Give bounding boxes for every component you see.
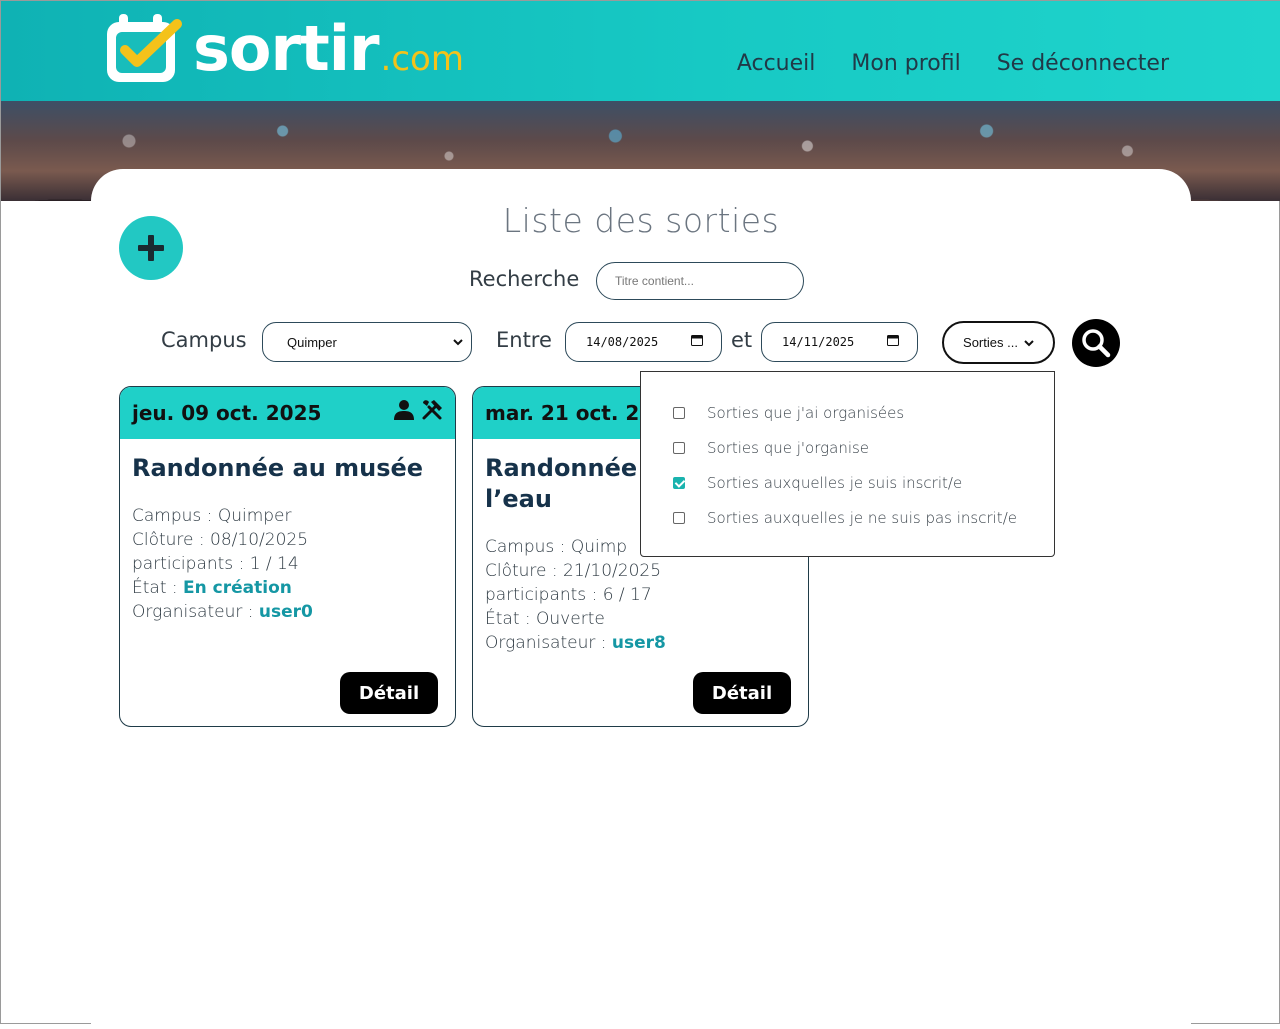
calendar-icon[interactable] <box>691 334 703 346</box>
participants-value: 1 / 14 <box>249 554 299 574</box>
participants-label: participants : <box>485 585 598 605</box>
sorties-filter-dropdown-button[interactable]: Sorties ... <box>942 321 1055 364</box>
card-state-row: État : En création <box>132 576 443 600</box>
state-value: En création <box>183 578 292 598</box>
card-info: Campus : Quimper Clôture : 08/10/2025 pa… <box>132 504 443 624</box>
filter-option-label: Sorties que j'ai organisées <box>707 404 905 422</box>
card-title: Randonnée au musée <box>132 454 424 482</box>
campus-label: Campus : <box>132 506 213 526</box>
closing-value: 08/10/2025 <box>210 530 309 550</box>
checkbox[interactable] <box>673 512 685 524</box>
filter-option-label: Sorties auxquelles je ne suis pas inscri… <box>707 509 1017 527</box>
filter-option-label: Sorties auxquelles je suis inscrit/e <box>707 474 963 492</box>
closing-label: Clôture : <box>132 530 205 550</box>
card-closing-row: Clôture : 08/10/2025 <box>132 528 443 552</box>
sorties-filter-menu: Sorties que j'ai organisées Sorties que … <box>640 371 1055 557</box>
card-state-row: État : Ouverte <box>485 607 796 631</box>
search-label: Recherche <box>469 267 580 291</box>
campus-label: Campus <box>161 328 247 352</box>
card-participants-row: participants : 6 / 17 <box>485 583 796 607</box>
organizer-link[interactable]: user0 <box>259 602 313 622</box>
checkbox-checked[interactable] <box>673 477 685 489</box>
filter-option-organizing[interactable]: Sorties que j'organise <box>673 439 869 457</box>
detail-button[interactable]: Détail <box>693 672 791 714</box>
nav-logout-link[interactable]: Se déconnecter <box>997 51 1169 76</box>
card-header: jeu. 09 oct. 2025 <box>120 387 455 439</box>
state-label: État : <box>132 578 178 598</box>
tools-icon[interactable] <box>421 399 443 421</box>
campus-value: Quimp <box>570 537 628 557</box>
campus-select-value: Quimper <box>287 334 337 350</box>
checkbox[interactable] <box>673 407 685 419</box>
main-nav: Accueil Mon profil Se déconnecter <box>737 51 1169 76</box>
chevron-down-icon <box>1024 339 1034 346</box>
card-campus-row: Campus : Quimper <box>132 504 443 528</box>
brand-logo[interactable]: sortir .com <box>103 9 464 89</box>
search-submit-button[interactable] <box>1072 319 1120 367</box>
campus-select[interactable]: Quimper <box>262 322 472 362</box>
calendar-check-icon <box>107 14 182 82</box>
brand-name: sortir <box>193 12 380 85</box>
state-label: État : <box>485 609 531 629</box>
top-bar: sortir .com Accueil Mon profil Se déconn… <box>1 1 1280 101</box>
search-icon <box>1082 329 1111 358</box>
card-date: mar. 21 oct. 20 <box>485 401 654 425</box>
filter-option-label: Sorties que j'organise <box>707 439 870 457</box>
search-input[interactable] <box>596 262 804 300</box>
closing-label: Clôture : <box>485 561 558 581</box>
organizer-label: Organisateur : <box>485 633 607 653</box>
organizer-label: Organisateur : <box>132 602 254 622</box>
chevron-down-icon <box>453 339 463 346</box>
organizer-link[interactable]: user8 <box>612 633 666 653</box>
nav-home-link[interactable]: Accueil <box>737 51 816 76</box>
checkbox[interactable] <box>673 442 685 454</box>
card-date: jeu. 09 oct. 2025 <box>132 401 322 425</box>
detail-button[interactable]: Détail <box>340 672 438 714</box>
filter-option-registered[interactable]: Sorties auxquelles je suis inscrit/e <box>673 474 962 492</box>
closing-value: 21/10/2025 <box>563 561 662 581</box>
state-value: Ouverte <box>536 609 605 629</box>
sortie-card: jeu. 09 oct. 2025 Randonnée au musée Cam… <box>119 386 456 727</box>
filter-option-organized[interactable]: Sorties que j'ai organisées <box>673 404 904 422</box>
and-label: et <box>731 328 753 352</box>
participants-value: 6 / 17 <box>602 585 652 605</box>
card-closing-row: Clôture : 21/10/2025 <box>485 559 796 583</box>
calendar-icon[interactable] <box>887 334 899 346</box>
card-participants-row: participants : 1 / 14 <box>132 552 443 576</box>
user-icon <box>394 400 414 420</box>
date-to-input[interactable]: 14/11/2025 <box>761 322 918 362</box>
brand-suffix: .com <box>380 39 464 79</box>
sorties-filter-label: Sorties ... <box>963 335 1018 350</box>
date-to-value: 14/11/2025 <box>782 335 855 349</box>
filter-option-not-registered[interactable]: Sorties auxquelles je ne suis pas inscri… <box>673 509 1017 527</box>
date-from-input[interactable]: 14/08/2025 <box>565 322 722 362</box>
card-organizer-row: Organisateur : user0 <box>132 600 443 624</box>
page-title: Liste des sorties <box>502 201 780 240</box>
between-label: Entre <box>496 328 552 352</box>
card-organizer-row: Organisateur : user8 <box>485 631 796 655</box>
nav-profile-link[interactable]: Mon profil <box>851 51 960 76</box>
campus-label: Campus : <box>485 537 566 557</box>
date-from-value: 14/08/2025 <box>586 335 659 349</box>
campus-value: Quimper <box>217 506 292 526</box>
card-icons <box>393 399 443 421</box>
participants-label: participants : <box>132 554 245 574</box>
